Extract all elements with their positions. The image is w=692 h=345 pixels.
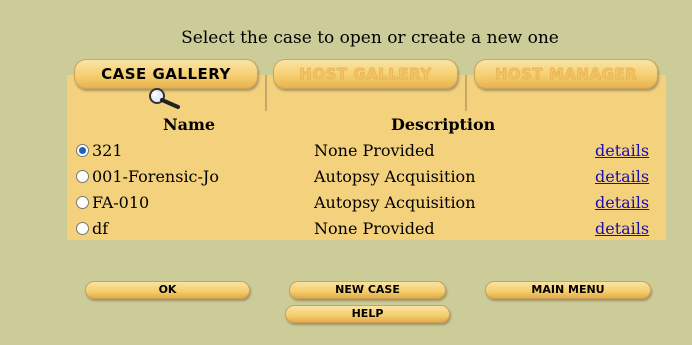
tab-host-manager[interactable]: HOST MANAGER — [474, 59, 658, 89]
case-name: df — [92, 219, 109, 238]
main-menu-button[interactable]: MAIN MENU — [485, 281, 651, 299]
case-description: None Provided — [314, 141, 435, 160]
case-radio-fa-010[interactable] — [76, 196, 89, 209]
ok-button[interactable]: OK — [85, 281, 250, 299]
case-name: 001-Forensic-Jo — [92, 167, 219, 186]
tab-host-manager-label: HOST MANAGER — [494, 65, 638, 83]
details-link[interactable]: details — [595, 167, 649, 186]
tab-case-gallery-label: CASE GALLERY — [101, 65, 231, 83]
details-link[interactable]: details — [595, 219, 649, 238]
case-description: Autopsy Acquisition — [314, 193, 476, 212]
case-name: FA-010 — [92, 193, 150, 212]
magnifier-icon — [149, 88, 180, 109]
column-header-description: Description — [391, 115, 496, 134]
help-button[interactable]: HELP — [285, 305, 450, 323]
case-radio-001-forensic-jo[interactable] — [76, 170, 89, 183]
case-radio-df[interactable] — [76, 222, 89, 235]
case-radio-321[interactable] — [76, 144, 89, 157]
case-description: Autopsy Acquisition — [314, 167, 476, 186]
table-row: 321 None Provided details — [67, 139, 666, 165]
tab-divider — [465, 75, 467, 111]
column-header-name: Name — [163, 115, 216, 134]
case-description: None Provided — [314, 219, 435, 238]
page-prompt: Select the case to open or create a new … — [181, 28, 559, 48]
details-link[interactable]: details — [595, 193, 649, 212]
table-row: FA-010 Autopsy Acquisition details — [67, 191, 666, 217]
tab-divider — [265, 75, 267, 111]
tab-host-gallery-label: HOST GALLERY — [299, 65, 432, 83]
tab-host-gallery[interactable]: HOST GALLERY — [273, 59, 458, 89]
case-name: 321 — [92, 141, 123, 160]
tab-case-gallery[interactable]: CASE GALLERY — [74, 59, 258, 89]
table-row: df None Provided details — [67, 217, 666, 243]
table-row: 001-Forensic-Jo Autopsy Acquisition deta… — [67, 165, 666, 191]
details-link[interactable]: details — [595, 141, 649, 160]
new-case-button[interactable]: NEW CASE — [289, 281, 446, 299]
